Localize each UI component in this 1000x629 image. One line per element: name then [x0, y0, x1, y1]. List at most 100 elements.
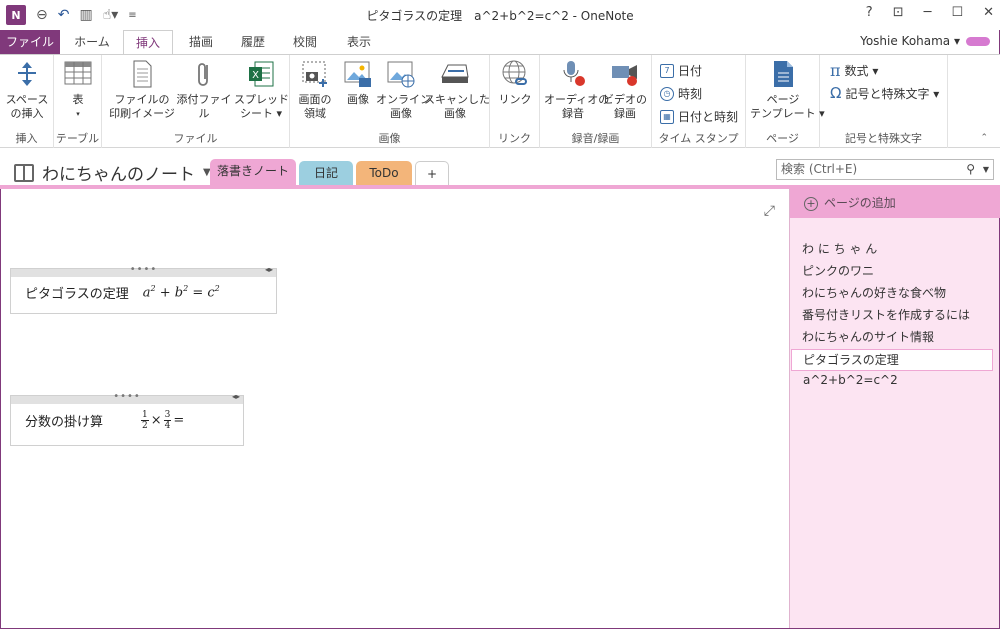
search-scope-dropdown-icon[interactable]: ▼ — [983, 160, 989, 179]
page-item[interactable]: わにちゃんのサイト情報 — [802, 327, 934, 347]
file-printout-icon — [127, 59, 157, 89]
help-button[interactable]: ? — [866, 5, 873, 20]
section-tab-rakugaki[interactable]: 落書きノート — [210, 159, 296, 186]
image-group-label: 画像 — [378, 132, 401, 145]
note-container-handle[interactable]: •••• ◂▸ — [11, 391, 243, 404]
page-item[interactable]: わにちゃんの好きな食べ物 — [802, 283, 946, 303]
insert-space-icon — [12, 59, 42, 89]
insert-space-button[interactable]: スペース の挿入 — [4, 59, 50, 121]
page-group: ページ テンプレート ▾ ページ — [746, 55, 825, 149]
media-group-label: 録音/録画 — [571, 132, 620, 145]
window-controls: ? ⊡ ─ ☐ ✕ — [866, 5, 994, 20]
record-video-button[interactable]: ビデオの 録画 — [602, 59, 648, 121]
minimize-button[interactable]: ─ — [924, 5, 932, 20]
scanned-image-button[interactable]: スキャンした 画像 — [424, 59, 490, 121]
link-group: リンク リンク — [490, 55, 540, 149]
tab-draw[interactable]: 描画 — [178, 30, 224, 54]
search-box[interactable]: 検索 (Ctrl+E) ⚲ ▼ — [776, 159, 994, 180]
equation-button[interactable]: π 数式 ▾ — [830, 61, 878, 80]
full-page-view-icon[interactable]: ⤢ — [764, 203, 775, 219]
note-container-fractions[interactable]: •••• ◂▸ 分数の掛け算 12 × 34 = — [10, 391, 244, 446]
insert-group: スペース の挿入 挿入 — [0, 55, 54, 149]
table-group: 表 ▾ テーブル — [54, 55, 102, 149]
note-container-pythagoras[interactable]: •••• ◂▸ ピタゴラスの定理 a2 + b2 = c2 — [10, 264, 277, 314]
note-text: ピタゴラスの定理 — [25, 287, 129, 302]
table-icon — [63, 59, 93, 89]
screen-clipping-button[interactable]: 画面の 領域 — [292, 59, 338, 121]
user-avatar-icon[interactable] — [966, 37, 990, 46]
section-tab-todo[interactable]: ToDo — [356, 161, 412, 185]
tab-insert[interactable]: 挿入 — [123, 30, 173, 55]
resize-arrows-icon[interactable]: ◂▸ — [232, 392, 240, 401]
page-item[interactable]: ピンクのワニ — [802, 261, 874, 281]
paperclip-icon — [189, 59, 219, 89]
page-template-icon — [768, 59, 798, 89]
symbol-group-label: 記号と特殊文字 — [845, 132, 922, 145]
ribbon: スペース の挿入 挿入 表 ▾ テーブル ファイルの 印刷イメージ 添付ファイル — [0, 54, 1000, 149]
tab-home[interactable]: ホーム — [64, 30, 120, 54]
page-canvas[interactable]: ⤢ •••• ◂▸ ピタゴラスの定理 a2 + b2 = c2 •••• ◂▸ … — [1, 189, 789, 628]
symbol-group: π 数式 ▾ Ω 記号と特殊文字 ▾ 記号と特殊文字 — [820, 55, 948, 149]
note-container-handle[interactable]: •••• ◂▸ — [11, 264, 276, 277]
notebook-name: わにちゃんのノート — [42, 165, 195, 185]
omega-icon: Ω — [830, 84, 842, 102]
tab-review[interactable]: 校閲 — [282, 30, 328, 54]
calendar-clock-icon: ▦ — [660, 109, 674, 124]
record-audio-button[interactable]: オーディオの 録音 — [544, 59, 609, 121]
collapse-ribbon-icon[interactable]: ⌃ — [980, 133, 988, 143]
tab-view[interactable]: 表示 — [334, 30, 384, 54]
file-group: ファイルの 印刷イメージ 添付ファイル X スプレッド シート ▾ ファイル — [102, 55, 290, 149]
add-circle-icon: + — [804, 196, 818, 211]
symbol-button[interactable]: Ω 記号と特殊文字 ▾ — [830, 84, 939, 102]
add-section-button[interactable]: + — [415, 161, 449, 185]
page-group-label: ページ — [766, 132, 799, 145]
online-picture-icon — [386, 59, 416, 89]
equation[interactable]: 12 × 34 = — [141, 410, 184, 431]
link-button[interactable]: リンク — [495, 59, 535, 107]
time-button[interactable]: ◷ 時刻 — [660, 85, 702, 102]
search-icon[interactable]: ⚲ — [966, 160, 975, 179]
video-camera-icon — [610, 59, 640, 89]
attach-file-button[interactable]: 添付ファイル — [174, 59, 234, 121]
file-printout-button[interactable]: ファイルの 印刷イメージ — [108, 59, 176, 121]
title-bar: N ⊖ ↶ ▥ ☝▾ ≡ ピタゴラスの定理 a^2+b^2=c^2 - OneN… — [0, 0, 1000, 30]
picture-button[interactable]: 画像 — [338, 59, 378, 107]
table-button[interactable]: 表 ▾ — [60, 59, 96, 121]
link-group-label: リンク — [498, 132, 531, 145]
section-tab-diary[interactable]: 日記 — [299, 161, 353, 185]
date-time-button[interactable]: ▦ 日付と時刻 — [660, 108, 738, 125]
equation[interactable]: a2 + b2 = c2 — [143, 284, 220, 300]
file-group-label: ファイル — [173, 132, 218, 145]
media-group: オーディオの 録音 ビデオの 録画 録音/録画 — [540, 55, 652, 149]
tab-file[interactable]: ファイル — [0, 30, 60, 54]
user-name[interactable]: Yoshie Kohama ▾ — [860, 34, 960, 48]
spreadsheet-button[interactable]: X スプレッド シート ▾ — [234, 59, 289, 121]
online-picture-button[interactable]: オンライン 画像 — [376, 59, 431, 121]
microphone-icon — [558, 59, 588, 89]
add-page-button[interactable]: + ページの追加 — [790, 189, 1000, 218]
maximize-button[interactable]: ☐ — [951, 5, 963, 20]
screen-clipping-icon — [300, 59, 330, 89]
page-list-pane: + ページの追加 わ に ち ゃ ん ピンクのワニ わにちゃんの好きな食べ物 番… — [789, 189, 1000, 628]
picture-icon — [343, 59, 373, 89]
page-template-button[interactable]: ページ テンプレート ▾ — [750, 59, 825, 121]
date-button[interactable]: 7 日付 — [660, 62, 702, 79]
fullscreen-button[interactable]: ⊡ — [893, 5, 904, 20]
pi-icon: π — [830, 61, 841, 80]
notebook-bar: わにちゃんのノート ▼ 落書きノート 日記 ToDo + 検索 (Ctrl+E)… — [0, 148, 1000, 188]
resize-arrows-icon[interactable]: ◂▸ — [265, 265, 273, 274]
calendar-icon: 7 — [660, 63, 674, 78]
link-globe-icon — [500, 59, 530, 89]
scanner-icon — [440, 59, 470, 89]
notebook-icon — [14, 163, 34, 182]
page-item-selected[interactable]: ピタゴラスの定理 a^2+b^2=c^2 — [791, 349, 993, 387]
page-item[interactable]: わ に ち ゃ ん — [802, 239, 877, 259]
insert-group-label: 挿入 — [15, 132, 38, 145]
note-text: 分数の掛け算 — [25, 415, 104, 430]
image-group: 画面の 領域 画像 オンライン 画像 スキャンした 画像 画像 — [290, 55, 490, 149]
notebook-selector[interactable]: わにちゃんのノート ▼ — [14, 160, 211, 185]
clock-icon: ◷ — [660, 86, 674, 101]
page-item[interactable]: 番号付きリストを作成するには — [802, 305, 970, 325]
tab-history[interactable]: 履歴 — [230, 30, 276, 54]
close-button[interactable]: ✕ — [983, 5, 994, 20]
